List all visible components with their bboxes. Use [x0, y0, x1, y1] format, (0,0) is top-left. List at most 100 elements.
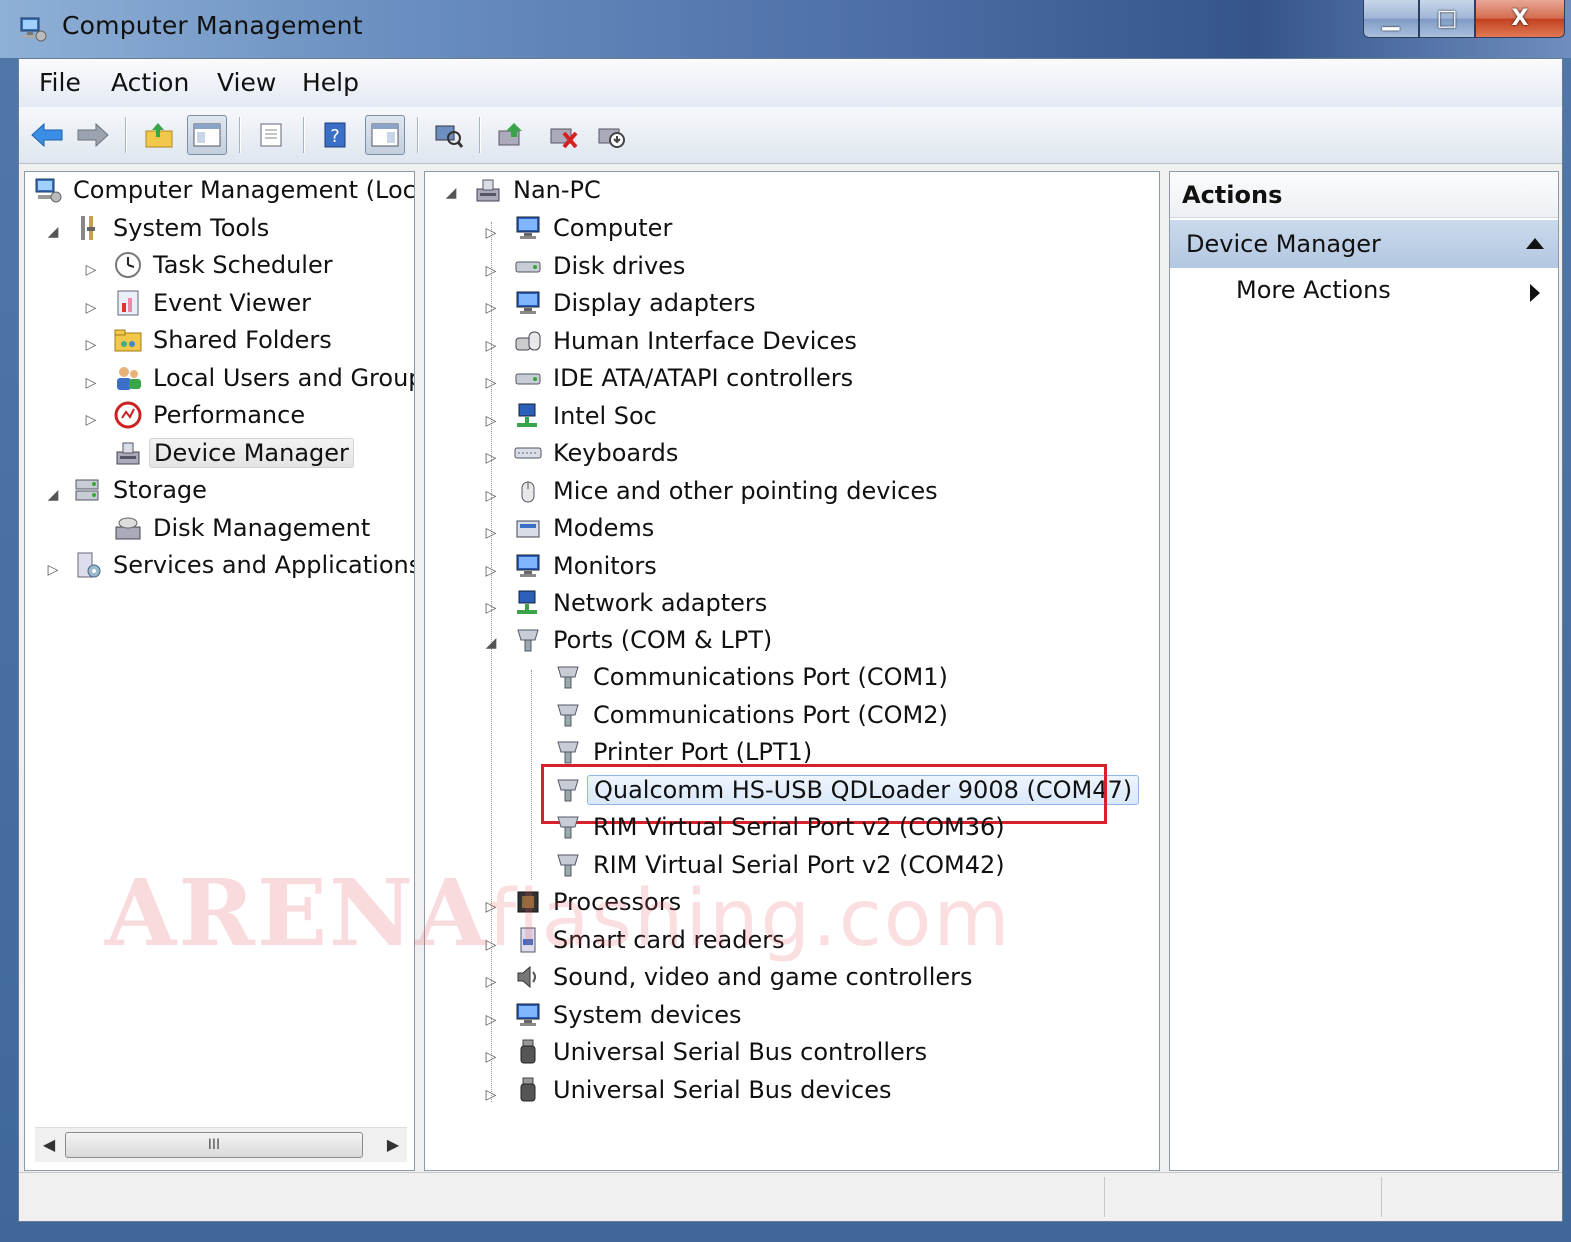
properties-icon[interactable] — [251, 115, 291, 155]
tree-shared-folders-label: Shared Folders — [153, 326, 332, 354]
collapse-icon[interactable]: ◢ — [45, 224, 61, 240]
up-folder-icon[interactable] — [139, 115, 179, 155]
clock-icon — [113, 250, 143, 280]
device-category-universal-serial-bus-controllers[interactable]: Universal Serial Bus controllers — [513, 1034, 927, 1070]
device-category-keyboards[interactable]: Keyboards — [513, 435, 678, 471]
expand-icon[interactable]: ▷ — [483, 450, 499, 466]
forward-arrow-icon[interactable] — [73, 115, 113, 155]
tree-event-viewer[interactable]: Event Viewer — [113, 285, 311, 321]
expand-icon[interactable]: ▷ — [83, 262, 99, 278]
expand-icon[interactable]: ▷ — [483, 338, 499, 354]
computer-management-window: Computer Management ▁ □ X File Action Vi… — [0, 0, 1571, 1242]
horizontal-scrollbar[interactable]: ◀ III ▶ — [35, 1127, 407, 1162]
scroll-right-icon[interactable]: ▶ — [383, 1134, 403, 1154]
device-category-ports[interactable]: Ports (COM & LPT) — [513, 622, 772, 658]
device-category-disk-drives[interactable]: Disk drives — [513, 248, 685, 284]
menu-help[interactable]: Help — [302, 68, 359, 97]
expand-icon[interactable]: ▷ — [483, 488, 499, 504]
tree-storage[interactable]: Storage — [73, 472, 207, 508]
collapse-icon[interactable]: ◢ — [483, 635, 499, 651]
device-category-monitors[interactable]: Monitors — [513, 548, 657, 584]
device-category-computer[interactable]: Computer — [513, 210, 672, 246]
maximize-button[interactable]: □ — [1419, 0, 1475, 38]
submenu-arrow-icon[interactable] — [1530, 284, 1540, 302]
port-item-label: RIM Virtual Serial Port v2 (COM36) — [593, 813, 1005, 841]
collapse-icon[interactable]: ◢ — [443, 185, 459, 201]
help-icon[interactable]: ? — [315, 115, 355, 155]
status-bar — [19, 1172, 1562, 1221]
tree-services-apps[interactable]: Services and Applications — [73, 547, 414, 583]
disable-device-icon[interactable] — [591, 115, 631, 155]
title-bar[interactable]: Computer Management ▁ □ X — [0, 0, 1571, 58]
expand-icon[interactable]: ▷ — [483, 563, 499, 579]
storage-icon — [73, 475, 103, 505]
expand-icon[interactable]: ▷ — [483, 525, 499, 541]
show-hide-console-tree-icon[interactable] — [187, 115, 227, 155]
device-category-ports-label: Ports (COM & LPT) — [553, 626, 773, 654]
device-category-label: Universal Serial Bus controllers — [553, 1038, 928, 1066]
expand-icon[interactable]: ▷ — [483, 974, 499, 990]
menu-file[interactable]: File — [39, 68, 81, 97]
expand-icon[interactable]: ▷ — [483, 375, 499, 391]
expand-icon[interactable]: ▷ — [83, 412, 99, 428]
device-category-intel-soc[interactable]: Intel Soc — [513, 398, 657, 434]
tree-local-users[interactable]: Local Users and Groups — [113, 360, 415, 396]
expand-icon[interactable]: ▷ — [45, 562, 61, 578]
back-arrow-icon[interactable] — [27, 115, 67, 155]
expand-icon[interactable]: ▷ — [83, 300, 99, 316]
update-driver-icon[interactable] — [491, 115, 531, 155]
device-category-display-adapters[interactable]: Display adapters — [513, 285, 756, 321]
tree-local-users-label: Local Users and Groups — [153, 364, 415, 392]
tree-device-manager[interactable]: Device Manager — [113, 435, 354, 471]
expand-icon[interactable]: ▷ — [483, 413, 499, 429]
tree-task-scheduler[interactable]: Task Scheduler — [113, 247, 333, 283]
device-category-label: Disk drives — [553, 251, 686, 280]
network-icon — [513, 588, 543, 618]
drive-icon — [513, 363, 543, 393]
scan-hardware-icon[interactable] — [429, 115, 469, 155]
port-item[interactable]: Communications Port (COM2) — [553, 697, 948, 733]
tree-system-tools[interactable]: System Tools — [73, 210, 269, 246]
expand-icon[interactable]: ▷ — [483, 1012, 499, 1028]
tree-shared-folders[interactable]: Shared Folders — [113, 322, 332, 358]
expand-icon[interactable]: ▷ — [483, 1087, 499, 1103]
more-actions-link[interactable]: More Actions — [1236, 276, 1391, 304]
device-category-human-interface-devices[interactable]: Human Interface Devices — [513, 323, 857, 359]
menu-action[interactable]: Action — [111, 68, 189, 97]
show-hide-action-pane-icon[interactable] — [365, 115, 405, 155]
device-category-label: System devices — [553, 1000, 742, 1029]
collapse-icon[interactable]: ◢ — [45, 487, 61, 503]
expand-icon[interactable]: ▷ — [483, 225, 499, 241]
expand-icon[interactable]: ▷ — [83, 375, 99, 391]
scroll-left-icon[interactable]: ◀ — [39, 1134, 59, 1154]
tree-performance[interactable]: Performance — [113, 397, 305, 433]
device-category-universal-serial-bus-devices[interactable]: Universal Serial Bus devices — [513, 1072, 891, 1108]
menu-view[interactable]: View — [217, 68, 276, 97]
device-category-label: Human Interface Devices — [553, 326, 857, 355]
device-tree-root[interactable]: Nan-PC — [473, 172, 601, 208]
expand-icon[interactable]: ▷ — [483, 263, 499, 279]
expand-icon[interactable]: ▷ — [83, 337, 99, 353]
port-icon — [553, 812, 583, 842]
uninstall-icon[interactable] — [543, 115, 583, 155]
tree-root[interactable]: Computer Management (Local — [33, 172, 415, 208]
minimize-icon: ▁ — [1382, 6, 1400, 31]
minimize-button[interactable]: ▁ — [1363, 0, 1419, 38]
device-category-ide-ata-atapi-controllers[interactable]: IDE ATA/ATAPI controllers — [513, 360, 853, 396]
tree-disk-management[interactable]: Disk Management — [113, 510, 370, 546]
expand-icon[interactable]: ▷ — [483, 600, 499, 616]
port-item[interactable]: RIM Virtual Serial Port v2 (COM36) — [553, 809, 1005, 845]
collapse-up-icon[interactable] — [1526, 238, 1544, 249]
device-category-system-devices[interactable]: System devices — [513, 997, 741, 1033]
device-category-network-adapters[interactable]: Network adapters — [513, 585, 767, 621]
device-category-mice-and-other-pointing-devices[interactable]: Mice and other pointing devices — [513, 473, 938, 509]
scroll-thumb[interactable]: III — [65, 1132, 363, 1158]
expand-icon[interactable]: ▷ — [483, 1049, 499, 1065]
tools-icon — [73, 213, 103, 243]
device-category-modems[interactable]: Modems — [513, 510, 654, 546]
port-item[interactable]: Communications Port (COM1) — [553, 659, 948, 695]
actions-section-device-manager[interactable]: Device Manager — [1170, 220, 1558, 268]
expand-icon[interactable]: ▷ — [483, 300, 499, 316]
tree-root-label: Computer Management (Local — [73, 176, 415, 204]
close-button[interactable]: X — [1475, 0, 1565, 38]
